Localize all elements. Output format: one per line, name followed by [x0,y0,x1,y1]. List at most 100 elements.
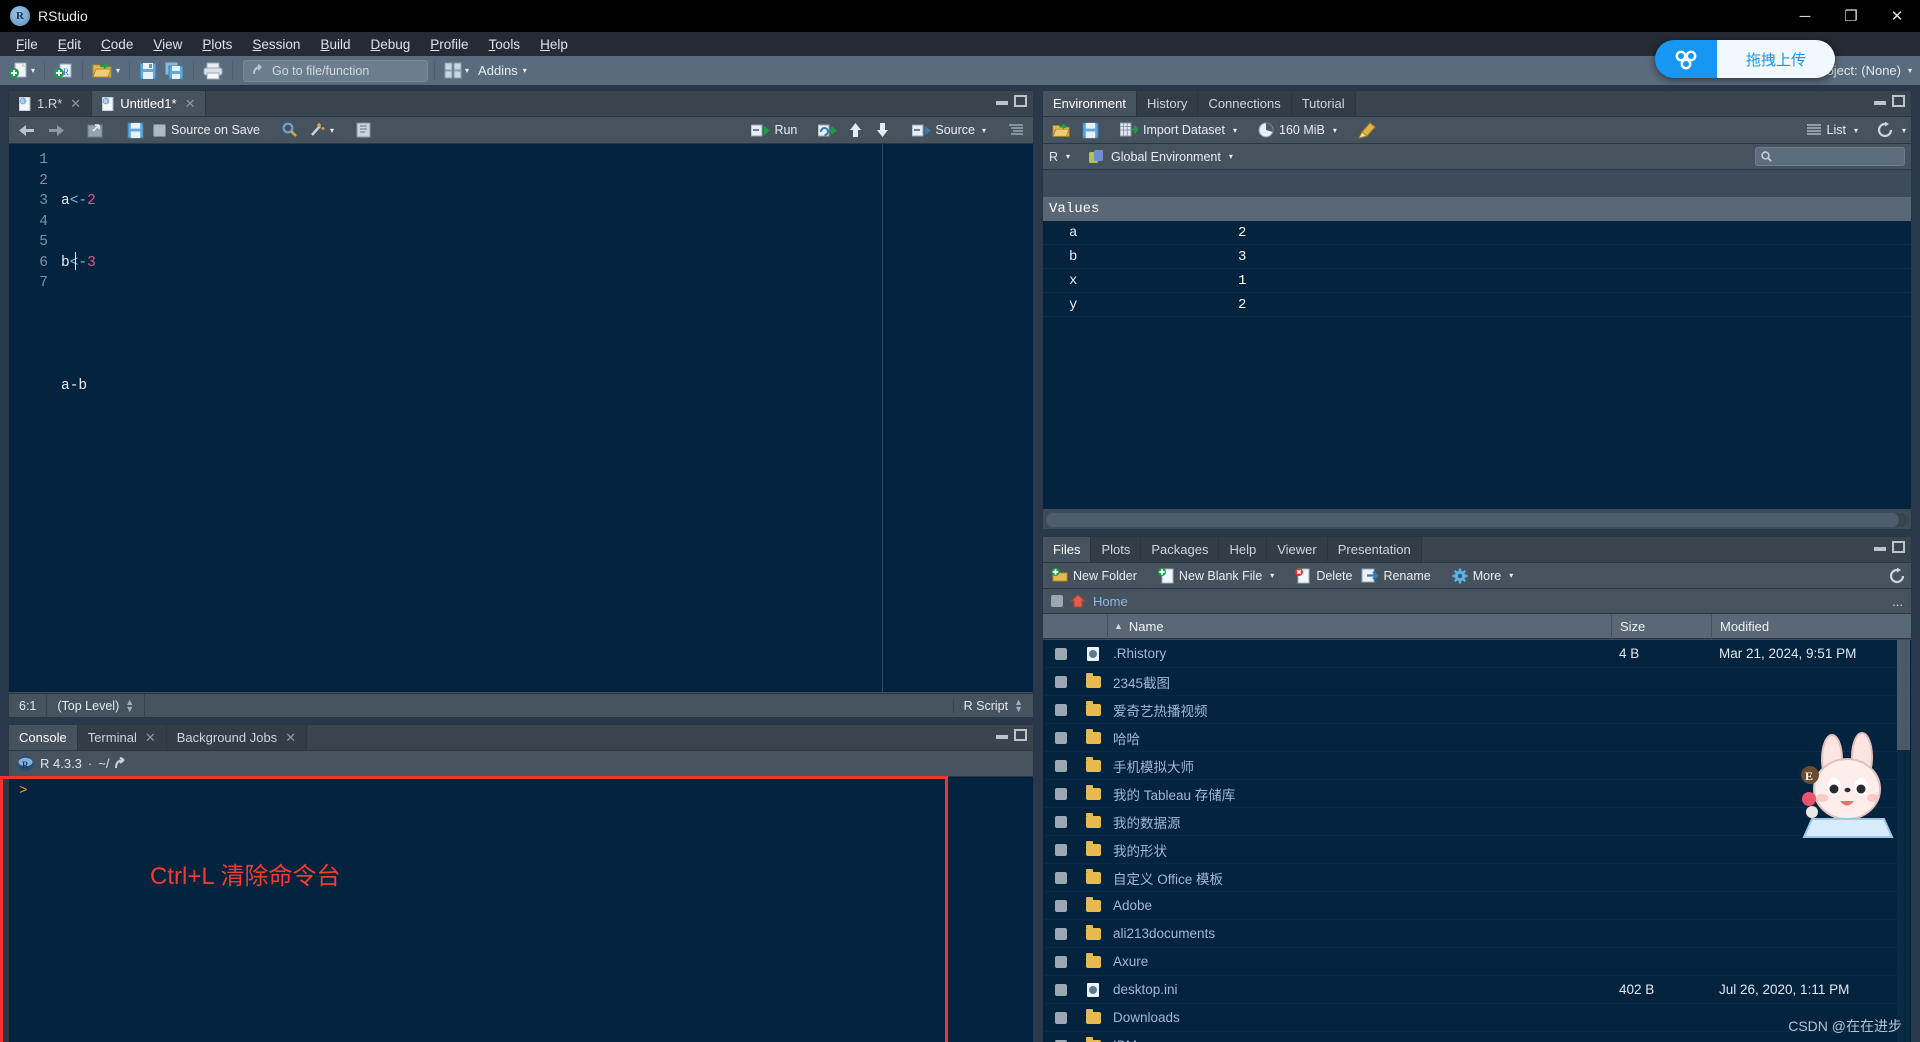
maximize-pane-icon[interactable] [1014,729,1027,741]
open-file-button[interactable]: ▾ [89,59,123,83]
addins-label[interactable]: Addins [478,63,518,78]
project-caret[interactable]: ▾ [1908,66,1912,75]
menu-view[interactable]: View [143,34,192,55]
goto-file-function-input[interactable]: Go to file/function [243,59,429,82]
tab-environment[interactable]: Environment [1043,91,1137,116]
source-on-save-box[interactable] [153,123,166,137]
menu-plots[interactable]: Plots [192,34,242,55]
breadcrumb-overflow[interactable]: ... [1892,594,1903,609]
table-row[interactable]: 我的 Tableau 存储库 [1043,780,1911,808]
save-button[interactable] [136,59,160,83]
refresh-icon[interactable] [1889,567,1906,584]
tab-help[interactable]: Help [1219,537,1268,562]
more-caret[interactable]: ▾ [1509,571,1513,580]
minimize-pane-icon[interactable] [1874,101,1886,105]
header-size-col[interactable]: Size [1611,613,1711,639]
row-checkbox[interactable] [1055,983,1067,996]
new-file-button[interactable]: ▾ [6,59,38,83]
file-name[interactable]: 自定义 Office 模板 [1107,868,1611,888]
environment-horizontal-scrollbar[interactable] [1046,513,1908,527]
table-row[interactable]: IBM [1043,1032,1911,1042]
view-mode-label[interactable]: List [1827,123,1846,137]
select-all-checkbox[interactable] [1051,595,1063,607]
menu-debug[interactable]: Debug [360,34,420,55]
load-workspace-button[interactable] [1048,118,1075,142]
minimize-pane-icon[interactable] [996,735,1008,739]
table-row[interactable]: .Rhistory 4 B Mar 21, 2024, 9:51 PM [1043,640,1911,668]
environment-scope-label[interactable]: Global Environment [1111,150,1221,164]
file-name[interactable]: 我的数据源 [1107,812,1611,832]
file-name[interactable]: 哈哈 [1107,728,1611,748]
next-chunk-button[interactable] [870,118,894,142]
close-icon[interactable]: ✕ [145,730,156,746]
tab-terminal[interactable]: Terminal ✕ [77,725,167,750]
row-checkbox[interactable] [1055,703,1067,716]
row-checkbox[interactable] [1055,843,1067,856]
table-row[interactable]: 爱奇艺热播视频 [1043,696,1911,724]
close-icon[interactable]: ✕ [70,96,81,112]
row-checkbox[interactable] [1055,647,1067,660]
menu-help[interactable]: Help [530,34,578,55]
file-name[interactable]: Downloads [1107,1010,1611,1025]
tab-plots[interactable]: Plots [1091,537,1142,562]
header-modified-col[interactable]: Modified [1711,613,1911,639]
table-row[interactable]: ali213documents [1043,920,1911,948]
open-file-caret[interactable]: ▾ [116,66,120,75]
import-dataset-caret[interactable]: ▾ [1233,126,1237,135]
file-name[interactable]: 2345截图 [1107,672,1611,692]
maximize-button[interactable]: ❐ [1828,0,1874,32]
close-button[interactable]: ✕ [1874,0,1920,32]
addins-caret[interactable]: ▾ [523,66,527,75]
menu-session[interactable]: Session [242,34,310,55]
tab-console[interactable]: Console [9,725,78,750]
memory-caret[interactable]: ▾ [1333,126,1337,135]
clear-objects-button[interactable] [1355,118,1380,142]
minimize-pane-icon[interactable] [996,101,1008,105]
table-row[interactable]: Adobe [1043,892,1911,920]
environment-row[interactable]: a 2 [1043,221,1911,245]
file-name[interactable]: IBM [1107,1038,1611,1042]
new-folder-button[interactable]: New Folder [1048,564,1140,588]
tab-viewer[interactable]: Viewer [1267,537,1328,562]
workspace-panes-button[interactable]: ▾ [441,59,472,83]
menu-profile[interactable]: Profile [420,34,478,55]
menu-tools[interactable]: Tools [479,34,531,55]
code-editor[interactable]: 1 2 3 4 5 6 7 a<-2 b<-3 a-b [9,144,1033,692]
file-name[interactable]: ali213documents [1107,926,1611,941]
scope-caret[interactable]: ▾ [1229,152,1233,161]
tab-tutorial[interactable]: Tutorial [1291,91,1356,116]
forward-button[interactable] [43,118,69,142]
refresh-caret[interactable]: ▾ [1902,126,1906,135]
row-checkbox[interactable] [1055,955,1067,968]
source-caret[interactable]: ▾ [982,126,986,135]
environment-values-list[interactable]: Values a 2 b 3 x 1 y 2 [1043,197,1911,509]
tab-packages[interactable]: Packages [1141,537,1220,562]
breadcrumb-home-label[interactable]: Home [1093,594,1128,609]
rerun-button[interactable] [815,118,840,142]
environment-row[interactable]: x 1 [1043,269,1911,293]
table-row[interactable]: Downloads [1043,1004,1911,1032]
row-checkbox[interactable] [1055,927,1067,940]
save-document-button[interactable] [123,118,147,142]
file-name[interactable]: 我的 Tableau 存储库 [1107,784,1611,804]
save-workspace-button[interactable] [1078,118,1102,142]
home-icon[interactable] [1070,594,1086,608]
file-name[interactable]: .Rhistory [1107,646,1611,661]
table-row[interactable]: 自定义 Office 模板 [1043,864,1911,892]
source-button[interactable]: Source ▾ [909,118,989,142]
table-row[interactable]: Axure [1043,948,1911,976]
delete-button[interactable]: Delete [1292,564,1355,588]
file-name[interactable]: desktop.ini [1107,982,1611,997]
file-name[interactable]: Axure [1107,954,1611,969]
source-on-save-checkbox[interactable]: Source on Save [150,118,263,142]
new-blank-file-button[interactable]: New Blank File ▾ [1155,564,1277,588]
more-button[interactable]: More ▾ [1449,564,1517,588]
table-row[interactable]: desktop.ini 402 B Jul 26, 2020, 1:11 PM [1043,976,1911,1004]
source-tab-1r[interactable]: R 1.R* ✕ [9,91,93,116]
doc-type-stepper-icon[interactable]: ▲ ▼ [1014,697,1023,713]
table-row[interactable]: 我的数据源 [1043,808,1911,836]
tab-background-jobs[interactable]: Background Jobs ✕ [166,725,308,750]
code-content[interactable]: a<-2 b<-3 a-b [61,144,1033,692]
doc-type-selector[interactable]: R Script ▲ ▼ [952,697,1033,713]
environment-row[interactable]: b 3 [1043,245,1911,269]
